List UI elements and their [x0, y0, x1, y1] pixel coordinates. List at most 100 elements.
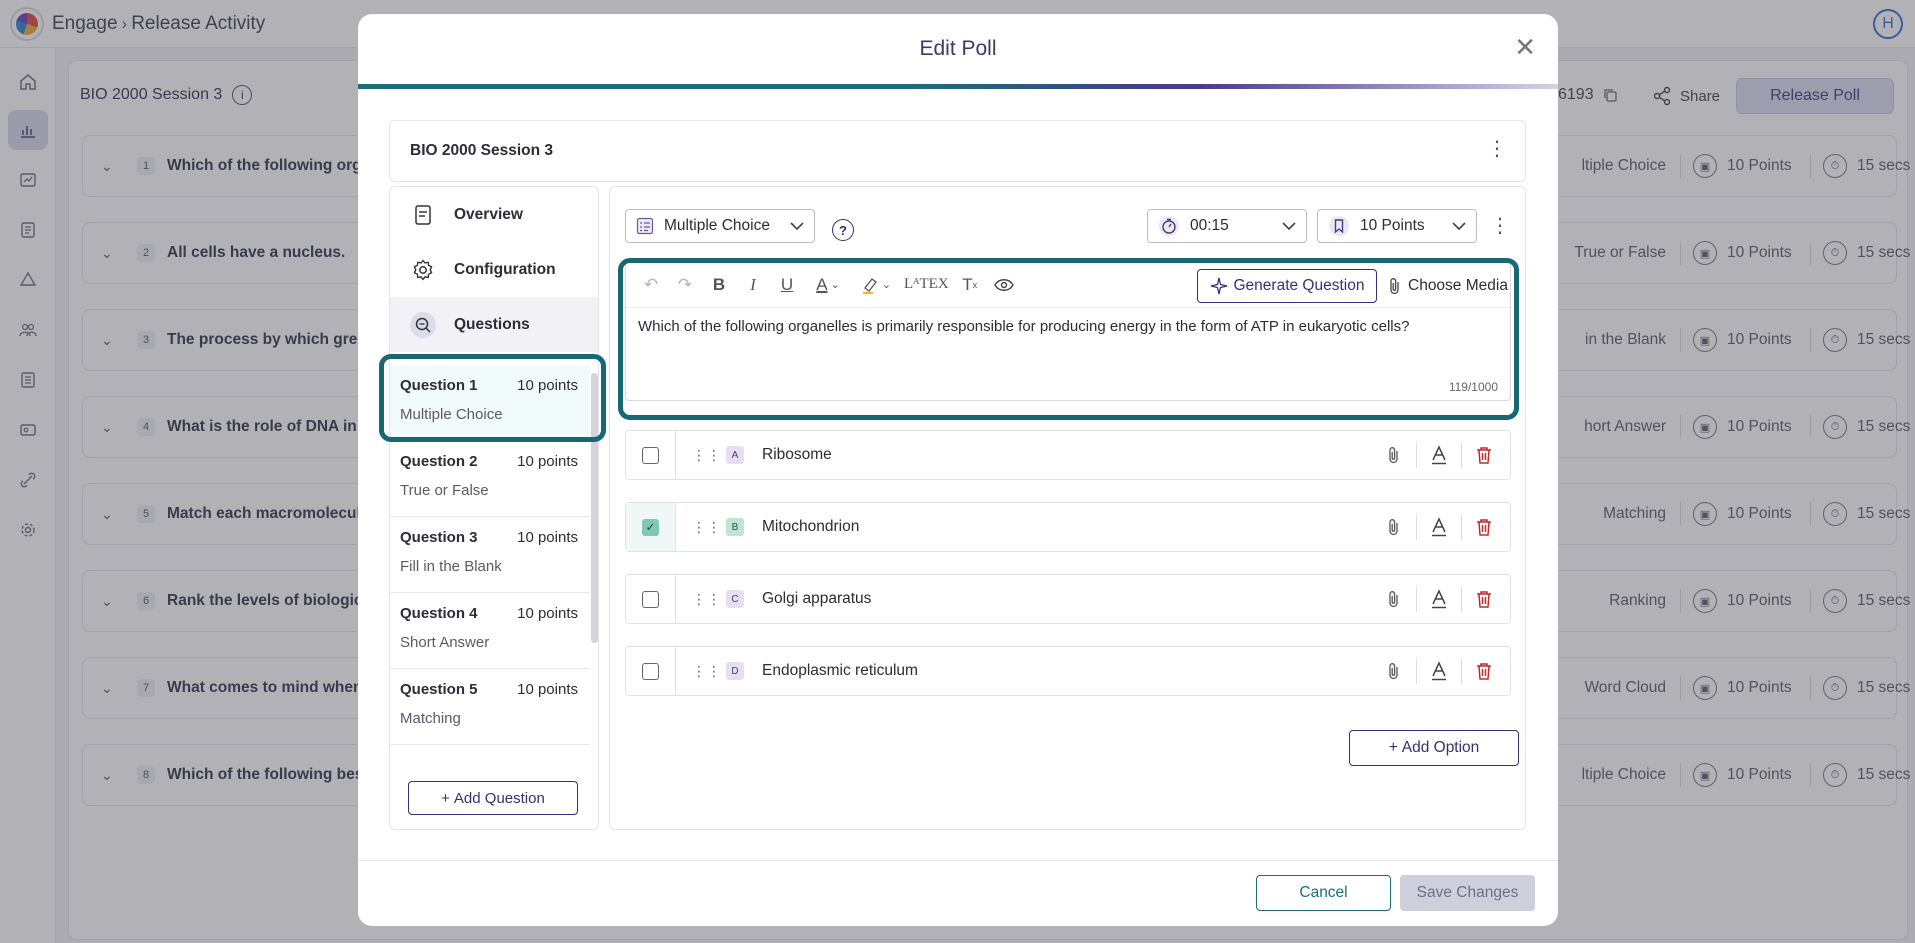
sparkle-icon [1210, 277, 1227, 295]
answer-option: ⋮⋮⋮ D Endoplasmic reticulum [625, 646, 1511, 696]
drag-handle-icon[interactable]: ⋮⋮⋮ [692, 519, 736, 536]
question-text[interactable]: Which of the following organelles is pri… [638, 318, 1409, 335]
text-format-icon[interactable] [1425, 517, 1453, 537]
preview-eye-icon[interactable] [991, 272, 1017, 298]
trash-icon[interactable] [1470, 662, 1498, 680]
question-list-scrollbar[interactable] [591, 373, 598, 753]
bold-icon[interactable]: B [706, 272, 732, 298]
question-item-points: 10 points [517, 681, 578, 698]
redo-icon[interactable]: ↷ [672, 272, 698, 298]
drag-handle-icon[interactable]: ⋮⋮⋮ [692, 663, 736, 680]
text-format-icon[interactable] [1425, 589, 1453, 609]
generate-question-button[interactable]: Generate Question [1197, 269, 1377, 303]
trash-icon[interactable] [1470, 590, 1498, 608]
trash-icon[interactable] [1470, 446, 1498, 464]
question-list-item[interactable]: Question 1 10 points Multiple Choice [390, 365, 590, 441]
paperclip-icon[interactable] [1380, 662, 1408, 680]
option-actions [1380, 575, 1498, 623]
nav-overview[interactable]: Overview [390, 187, 598, 242]
option-letter: A [726, 446, 744, 464]
more-options-icon[interactable]: ⋮ [1487, 139, 1507, 159]
question-list-item[interactable]: Question 2 10 points True or False [390, 441, 590, 517]
option-correct-checkbox[interactable] [642, 662, 659, 680]
points-select[interactable]: 10 Points [1317, 209, 1477, 243]
plus-icon: + [1388, 739, 1398, 756]
question-item-type: Short Answer [400, 634, 490, 651]
option-text[interactable]: Ribosome [762, 446, 832, 464]
latex-icon[interactable]: LᴬTEX [904, 272, 949, 298]
chat-icon [410, 311, 436, 338]
font-color-icon[interactable]: A ⌄ [808, 272, 848, 298]
question-editor-panel: Multiple Choice ? 00:15 10 Points ⋮ ↶ ↷ … [609, 186, 1526, 830]
option-text[interactable]: Golgi apparatus [762, 590, 871, 608]
poll-name-bar: BIO 2000 Session 3 ⋮ [389, 120, 1526, 182]
question-list-item[interactable]: Question 5 10 points Matching [390, 669, 590, 745]
option-correct-cell [626, 575, 676, 623]
nav-questions-label: Questions [454, 315, 530, 333]
trash-icon[interactable] [1470, 518, 1498, 536]
chevron-down-icon [790, 219, 804, 234]
option-correct-checkbox[interactable] [642, 446, 659, 464]
paperclip-icon[interactable] [1380, 518, 1408, 536]
paperclip-icon[interactable] [1380, 446, 1408, 464]
clear-format-icon[interactable]: Tx [957, 272, 983, 298]
drag-handle-icon[interactable]: ⋮⋮⋮ [692, 591, 736, 608]
italic-icon[interactable]: I [740, 272, 766, 298]
option-actions [1380, 503, 1498, 551]
option-correct-checkbox[interactable] [642, 590, 659, 608]
plus-icon: + [441, 789, 450, 807]
stopwatch-icon [1159, 216, 1179, 236]
nav-configuration-label: Configuration [454, 260, 556, 278]
add-option-label: Add Option [1401, 739, 1480, 756]
save-changes-button[interactable]: Save Changes [1400, 875, 1535, 911]
question-item-title: Question 4 [400, 605, 478, 622]
document-icon [410, 202, 436, 228]
underline-icon[interactable]: U [774, 272, 800, 298]
choose-media-label: Choose Media [1408, 277, 1508, 294]
question-item-points: 10 points [517, 453, 578, 470]
header-divider [358, 84, 1558, 89]
answer-option: ✓ ⋮⋮⋮ B Mitochondrion [625, 502, 1511, 552]
question-item-type: Matching [400, 710, 461, 727]
question-list-item[interactable]: Question 610 points [390, 745, 590, 755]
modal-footer: Cancel Save Changes [358, 860, 1558, 926]
poll-name: BIO 2000 Session 3 [410, 142, 554, 159]
question-more-icon[interactable]: ⋮ [1490, 216, 1510, 236]
add-question-button[interactable]: + Add Question [408, 781, 578, 815]
text-format-icon[interactable] [1425, 445, 1453, 465]
left-panel: Overview Configuration Questions Questio… [389, 186, 599, 830]
scrollbar-thumb[interactable] [591, 373, 598, 643]
bookmark-icon [1329, 216, 1349, 236]
option-correct-cell [626, 647, 676, 695]
question-item-points: 10 points [517, 605, 578, 622]
paperclip-icon [1390, 278, 1399, 295]
paperclip-icon[interactable] [1380, 590, 1408, 608]
question-item-title: Question 1 [400, 377, 478, 394]
option-correct-checkbox[interactable]: ✓ [642, 518, 659, 536]
close-icon[interactable]: ✕ [1514, 34, 1536, 60]
cancel-button[interactable]: Cancel [1256, 875, 1391, 911]
points-value: 10 Points [1360, 217, 1425, 234]
question-item-points: 10 points [517, 377, 578, 394]
highlight-icon[interactable]: ⌄ [856, 272, 896, 298]
multiple-choice-icon [636, 217, 654, 235]
add-option-button[interactable]: + Add Option [1349, 730, 1519, 766]
question-type-select[interactable]: Multiple Choice [625, 209, 815, 243]
timer-select[interactable]: 00:15 [1147, 209, 1307, 243]
option-letter: C [726, 590, 744, 608]
question-item-type: True or False [400, 482, 489, 499]
nav-configuration[interactable]: Configuration [390, 242, 598, 297]
choose-media-button[interactable]: Choose Media [1388, 269, 1508, 303]
option-text[interactable]: Mitochondrion [762, 518, 859, 536]
option-letter: D [726, 662, 744, 680]
undo-icon[interactable]: ↶ [638, 272, 664, 298]
nav-questions[interactable]: Questions [390, 297, 598, 352]
drag-handle-icon[interactable]: ⋮⋮⋮ [692, 447, 736, 464]
question-item-header: Question 3 10 points [400, 529, 578, 546]
question-item-header: Question 2 10 points [400, 453, 578, 470]
question-list-item[interactable]: Question 4 10 points Short Answer [390, 593, 590, 669]
question-list-item[interactable]: Question 3 10 points Fill in the Blank [390, 517, 590, 593]
help-icon[interactable]: ? [832, 219, 854, 241]
text-format-icon[interactable] [1425, 661, 1453, 681]
option-text[interactable]: Endoplasmic reticulum [762, 662, 918, 680]
